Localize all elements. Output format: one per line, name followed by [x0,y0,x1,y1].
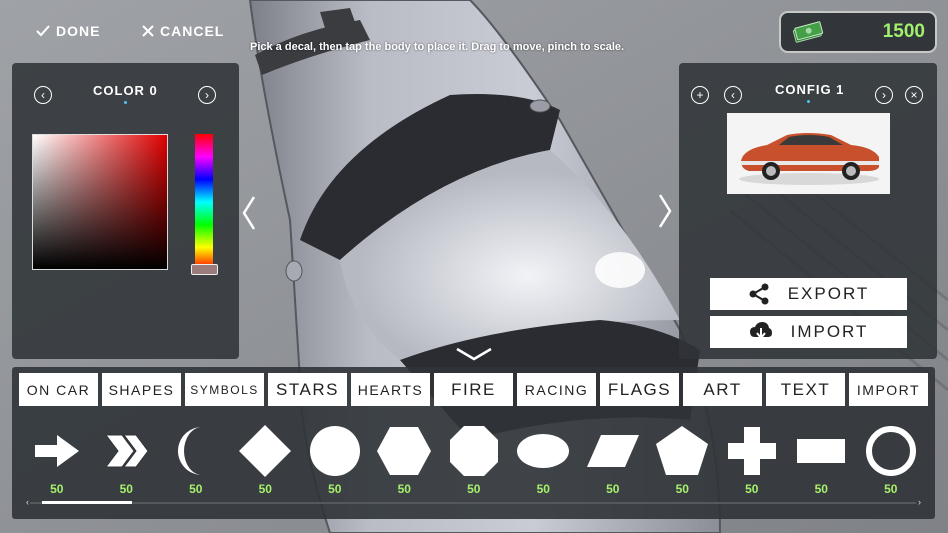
decal-price: 50 [189,482,203,496]
decal-price: 50 [258,482,272,496]
decal-item-circle[interactable]: 50 [300,423,370,496]
octagon-icon [449,426,498,476]
decal-item-plus[interactable]: 50 [717,423,787,496]
plus-icon [727,427,776,475]
arrow-icon [34,435,79,467]
color-picker-panel: ‹ COLOR 0 › [12,63,239,359]
chevron-left-icon: ‹ [731,88,735,102]
done-label: DONE [56,23,101,39]
pentagon-icon [656,426,709,475]
saturation-value-picker[interactable] [32,134,168,270]
tab-racing[interactable]: RACING [517,373,596,406]
scroll-right-icon[interactable]: › [918,497,921,507]
decal-item-ring[interactable]: 50 [856,423,926,496]
money-amount: 1500 [882,21,925,42]
decal-library-panel: ON CAR SHAPES SYMBOLS STARS HEARTS FIRE RACING… [12,367,935,519]
decal-price: 50 [467,482,481,496]
done-button[interactable]: DONE [36,20,100,42]
tab-hearts[interactable]: HEARTS [351,373,430,406]
decal-price: 50 [884,482,898,496]
cancel-label: CANCEL [160,23,225,39]
cancel-button[interactable]: CANCEL [142,20,224,42]
config-panel: + ‹ CONFIG 1 › × EXPORT IMPORT [679,63,937,359]
instruction-hint: Pick a decal, then tap the body to place… [250,41,625,53]
decal-item-rectangle[interactable]: 50 [787,423,857,496]
diamond-icon [239,425,292,477]
decal-item-double-chevron[interactable]: 50 [92,423,162,496]
plus-icon: + [696,88,704,102]
decal-price: 50 [745,482,759,496]
parallelogram-icon [586,435,639,467]
decal-price: 50 [119,482,133,496]
config-car-thumbnail[interactable] [727,113,890,194]
scroll-left-icon[interactable]: ‹ [26,497,29,507]
decal-item-parallelogram[interactable]: 50 [578,423,648,496]
scrollbar-track[interactable] [30,502,916,504]
decal-item-hexagon[interactable]: 50 [370,423,440,496]
config-prev-button[interactable]: ‹ [724,86,742,104]
collapse-chevron-down-icon[interactable] [455,346,493,362]
currency-display: 1500 [779,11,937,53]
chevron-right-icon: › [205,88,209,102]
decal-shape-list: 50 50 50 50 50 50 50 50 50 50 50 50 50 [22,423,926,496]
chevron-left-icon: ‹ [41,88,45,102]
add-config-button[interactable]: + [691,86,709,104]
export-button[interactable]: EXPORT [710,278,907,310]
decal-price: 50 [814,482,828,496]
tab-stars[interactable]: STARS [268,373,347,406]
decal-item-diamond[interactable]: 50 [231,423,301,496]
rectangle-icon [797,439,846,463]
config-title: CONFIG 1 [775,82,845,97]
decal-price: 50 [606,482,620,496]
page-indicator-dot [124,101,127,104]
chevron-right-icon: › [882,88,886,102]
car-preview-image [739,133,879,185]
tab-art[interactable]: ART [683,373,762,406]
decal-item-pentagon[interactable]: 50 [648,423,718,496]
color-next-button[interactable]: › [198,86,216,104]
circle-icon [309,426,360,476]
tab-on-car[interactable]: ON CAR [19,373,98,406]
cash-icon [792,21,824,43]
decal-item-crescent[interactable]: 50 [161,423,231,496]
decal-item-ellipse[interactable]: 50 [509,423,579,496]
decal-item-arrow[interactable]: 50 [22,423,92,496]
export-label: EXPORT [787,284,870,303]
config-next-button[interactable]: › [875,86,893,104]
hue-slider-handle[interactable] [191,264,218,275]
crescent-icon [177,427,202,475]
decal-price: 50 [397,482,411,496]
tab-import[interactable]: IMPORT [849,373,928,406]
next-view-chevron-icon[interactable] [656,193,674,229]
decal-price: 50 [675,482,689,496]
import-button[interactable]: IMPORT [710,316,907,348]
tab-flags[interactable]: FLAGS [600,373,679,406]
hue-slider[interactable] [195,134,213,270]
ellipse-icon [517,434,570,468]
config-delete-button[interactable]: × [905,86,923,104]
double-chevron-icon [105,434,149,468]
color-title: COLOR 0 [93,83,158,98]
tab-symbols[interactable]: SYMBOLS [185,373,264,406]
tab-shapes[interactable]: SHAPES [102,373,181,406]
checkmark-icon [36,25,50,37]
decal-category-tabs: ON CAR SHAPES SYMBOLS STARS HEARTS FIRE RACING… [19,373,928,406]
ring-icon [865,426,916,476]
tab-text[interactable]: TEXT [766,373,845,406]
decal-price: 50 [536,482,550,496]
page-indicator-dot [807,100,810,103]
cloud-download-icon [749,322,772,340]
tab-fire[interactable]: FIRE [434,373,513,406]
decal-price: 50 [50,482,64,496]
prev-view-chevron-icon[interactable] [240,195,258,231]
share-icon [749,283,769,305]
close-icon: × [910,88,918,102]
decal-item-octagon[interactable]: 50 [439,423,509,496]
import-label: IMPORT [790,322,869,341]
scrollbar-thumb[interactable] [42,501,132,504]
close-icon [142,25,154,37]
color-prev-button[interactable]: ‹ [34,86,52,104]
hexagon-icon [377,427,432,475]
decal-price: 50 [328,482,342,496]
